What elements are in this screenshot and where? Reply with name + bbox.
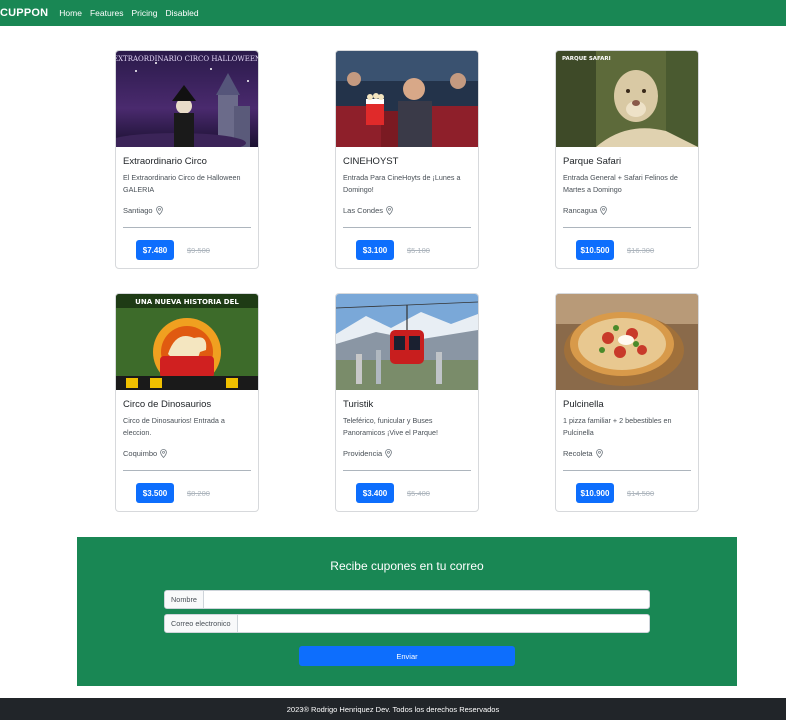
- location-text: Rancagua: [563, 206, 598, 215]
- card-title: Parque Safari: [563, 156, 622, 167]
- name-label: Nombre: [165, 591, 204, 608]
- card-location: Santiago: [123, 206, 163, 215]
- card-location: Coquimbo: [123, 449, 167, 458]
- footer: 2023® Rodrigo Henriquez Dev. Todos los d…: [0, 698, 786, 720]
- card-title: Pulcinella: [563, 399, 604, 410]
- card-location: Recoleta: [563, 449, 603, 458]
- image-caption: PARQUE SAFARI: [562, 56, 611, 62]
- coupon-card[interactable]: EXTRAORDINARIO CIRCO HALLOWEEN Extraordi…: [115, 50, 259, 269]
- image-caption: EXTRAORDINARIO CIRCO HALLOWEEN: [116, 55, 258, 63]
- circus-halloween-image: EXTRAORDINARIO CIRCO HALLOWEEN: [116, 51, 258, 147]
- dinosaur-circus-image: UNA NUEVA HISTORIA DEL: [116, 294, 258, 390]
- card-title: Turistik: [343, 399, 374, 410]
- lion-image: PARQUE SAFARI: [556, 51, 698, 147]
- email-input-group: Correo electronico: [164, 614, 650, 633]
- image-caption: UNA NUEVA HISTORIA DEL: [135, 298, 239, 306]
- old-price: $8.200: [187, 489, 210, 498]
- old-price: $16.300: [627, 246, 655, 255]
- old-price: $5.100: [407, 246, 430, 255]
- divider: [123, 470, 251, 471]
- brand-logo[interactable]: CUPPON: [0, 7, 48, 19]
- divider: [563, 227, 691, 228]
- location-pin-icon: [600, 206, 608, 215]
- card-description: 1 pizza familiar + 2 bebestibles en Pulc…: [563, 416, 672, 437]
- price-button[interactable]: $3.500: [136, 483, 174, 503]
- send-button[interactable]: Enviar: [299, 646, 515, 666]
- card-title: CINEHOYST: [343, 156, 399, 167]
- card-title: Extraordinario Circo: [123, 156, 207, 167]
- coupon-card[interactable]: CINEHOYST Entrada Para CineHoyts de ¡Lun…: [335, 50, 479, 269]
- cable-car-image: [336, 294, 478, 390]
- divider: [343, 470, 471, 471]
- nav-link-disabled: Disabled: [165, 8, 199, 18]
- email-input[interactable]: [237, 615, 649, 632]
- location-pin-icon: [155, 206, 163, 215]
- newsletter-title: Recibe cupones en tu correo: [330, 559, 484, 573]
- coupon-card[interactable]: PARQUE SAFARI Parque Safari Entrada Gene…: [555, 50, 699, 269]
- price-button[interactable]: $3.100: [356, 240, 394, 260]
- price-button[interactable]: $10.500: [576, 240, 614, 260]
- nav-link-pricing[interactable]: Pricing: [132, 8, 158, 18]
- name-input-group: Nombre: [164, 590, 650, 609]
- old-price: $9.500: [187, 246, 210, 255]
- card-description: Circo de Dinosaurios! Entrada a eleccion…: [123, 416, 225, 437]
- old-price: $14.500: [627, 489, 655, 498]
- coupon-card[interactable]: UNA NUEVA HISTORIA DEL Circo de Dinosaur…: [115, 293, 259, 512]
- name-input[interactable]: [203, 591, 649, 608]
- location-pin-icon: [386, 206, 393, 215]
- location-pin-icon: [160, 449, 167, 458]
- location-text: Santiago: [123, 206, 153, 215]
- old-price: $5.400: [407, 489, 430, 498]
- card-description: Teleférico, funicular y Buses Panoramico…: [343, 416, 438, 437]
- pizza-image: [556, 294, 698, 390]
- coupon-card[interactable]: Turistik Teleférico, funicular y Buses P…: [335, 293, 479, 512]
- coupon-card[interactable]: Pulcinella 1 pizza familiar + 2 bebestib…: [555, 293, 699, 512]
- location-pin-icon: [595, 449, 603, 458]
- location-text: Providencia: [343, 449, 383, 458]
- location-text: Recoleta: [563, 449, 593, 458]
- card-location: Providencia: [343, 449, 393, 458]
- price-button[interactable]: $10.900: [576, 483, 614, 503]
- location-pin-icon: [385, 449, 393, 458]
- price-button[interactable]: $3.400: [356, 483, 394, 503]
- cinema-image: [336, 51, 478, 147]
- card-title: Circo de Dinosaurios: [123, 399, 212, 410]
- email-label: Correo electronico: [165, 615, 238, 632]
- location-text: Coquimbo: [123, 449, 158, 458]
- divider: [123, 227, 251, 228]
- newsletter-section: Recibe cupones en tu correo Nombre Corre…: [77, 537, 737, 686]
- nav-link-features[interactable]: Features: [90, 8, 124, 18]
- location-text: Las Condes: [343, 206, 384, 215]
- card-description: Entrada General + Safari Felinos de Mart…: [563, 173, 678, 194]
- card-description: Entrada Para CineHoyts de ¡Lunes a Domin…: [343, 173, 461, 194]
- divider: [343, 227, 471, 228]
- card-location: Las Condes: [343, 206, 393, 215]
- card-description: El Extraordinario Circo de Halloween GAL…: [123, 173, 241, 194]
- nav-link-home[interactable]: Home: [59, 8, 82, 18]
- footer-text: 2023® Rodrigo Henriquez Dev. Todos los d…: [286, 704, 500, 714]
- divider: [563, 470, 691, 471]
- price-button[interactable]: $7.480: [136, 240, 174, 260]
- card-location: Rancagua: [563, 206, 608, 215]
- navbar: CUPPON Home Features Pricing Disabled: [0, 0, 786, 26]
